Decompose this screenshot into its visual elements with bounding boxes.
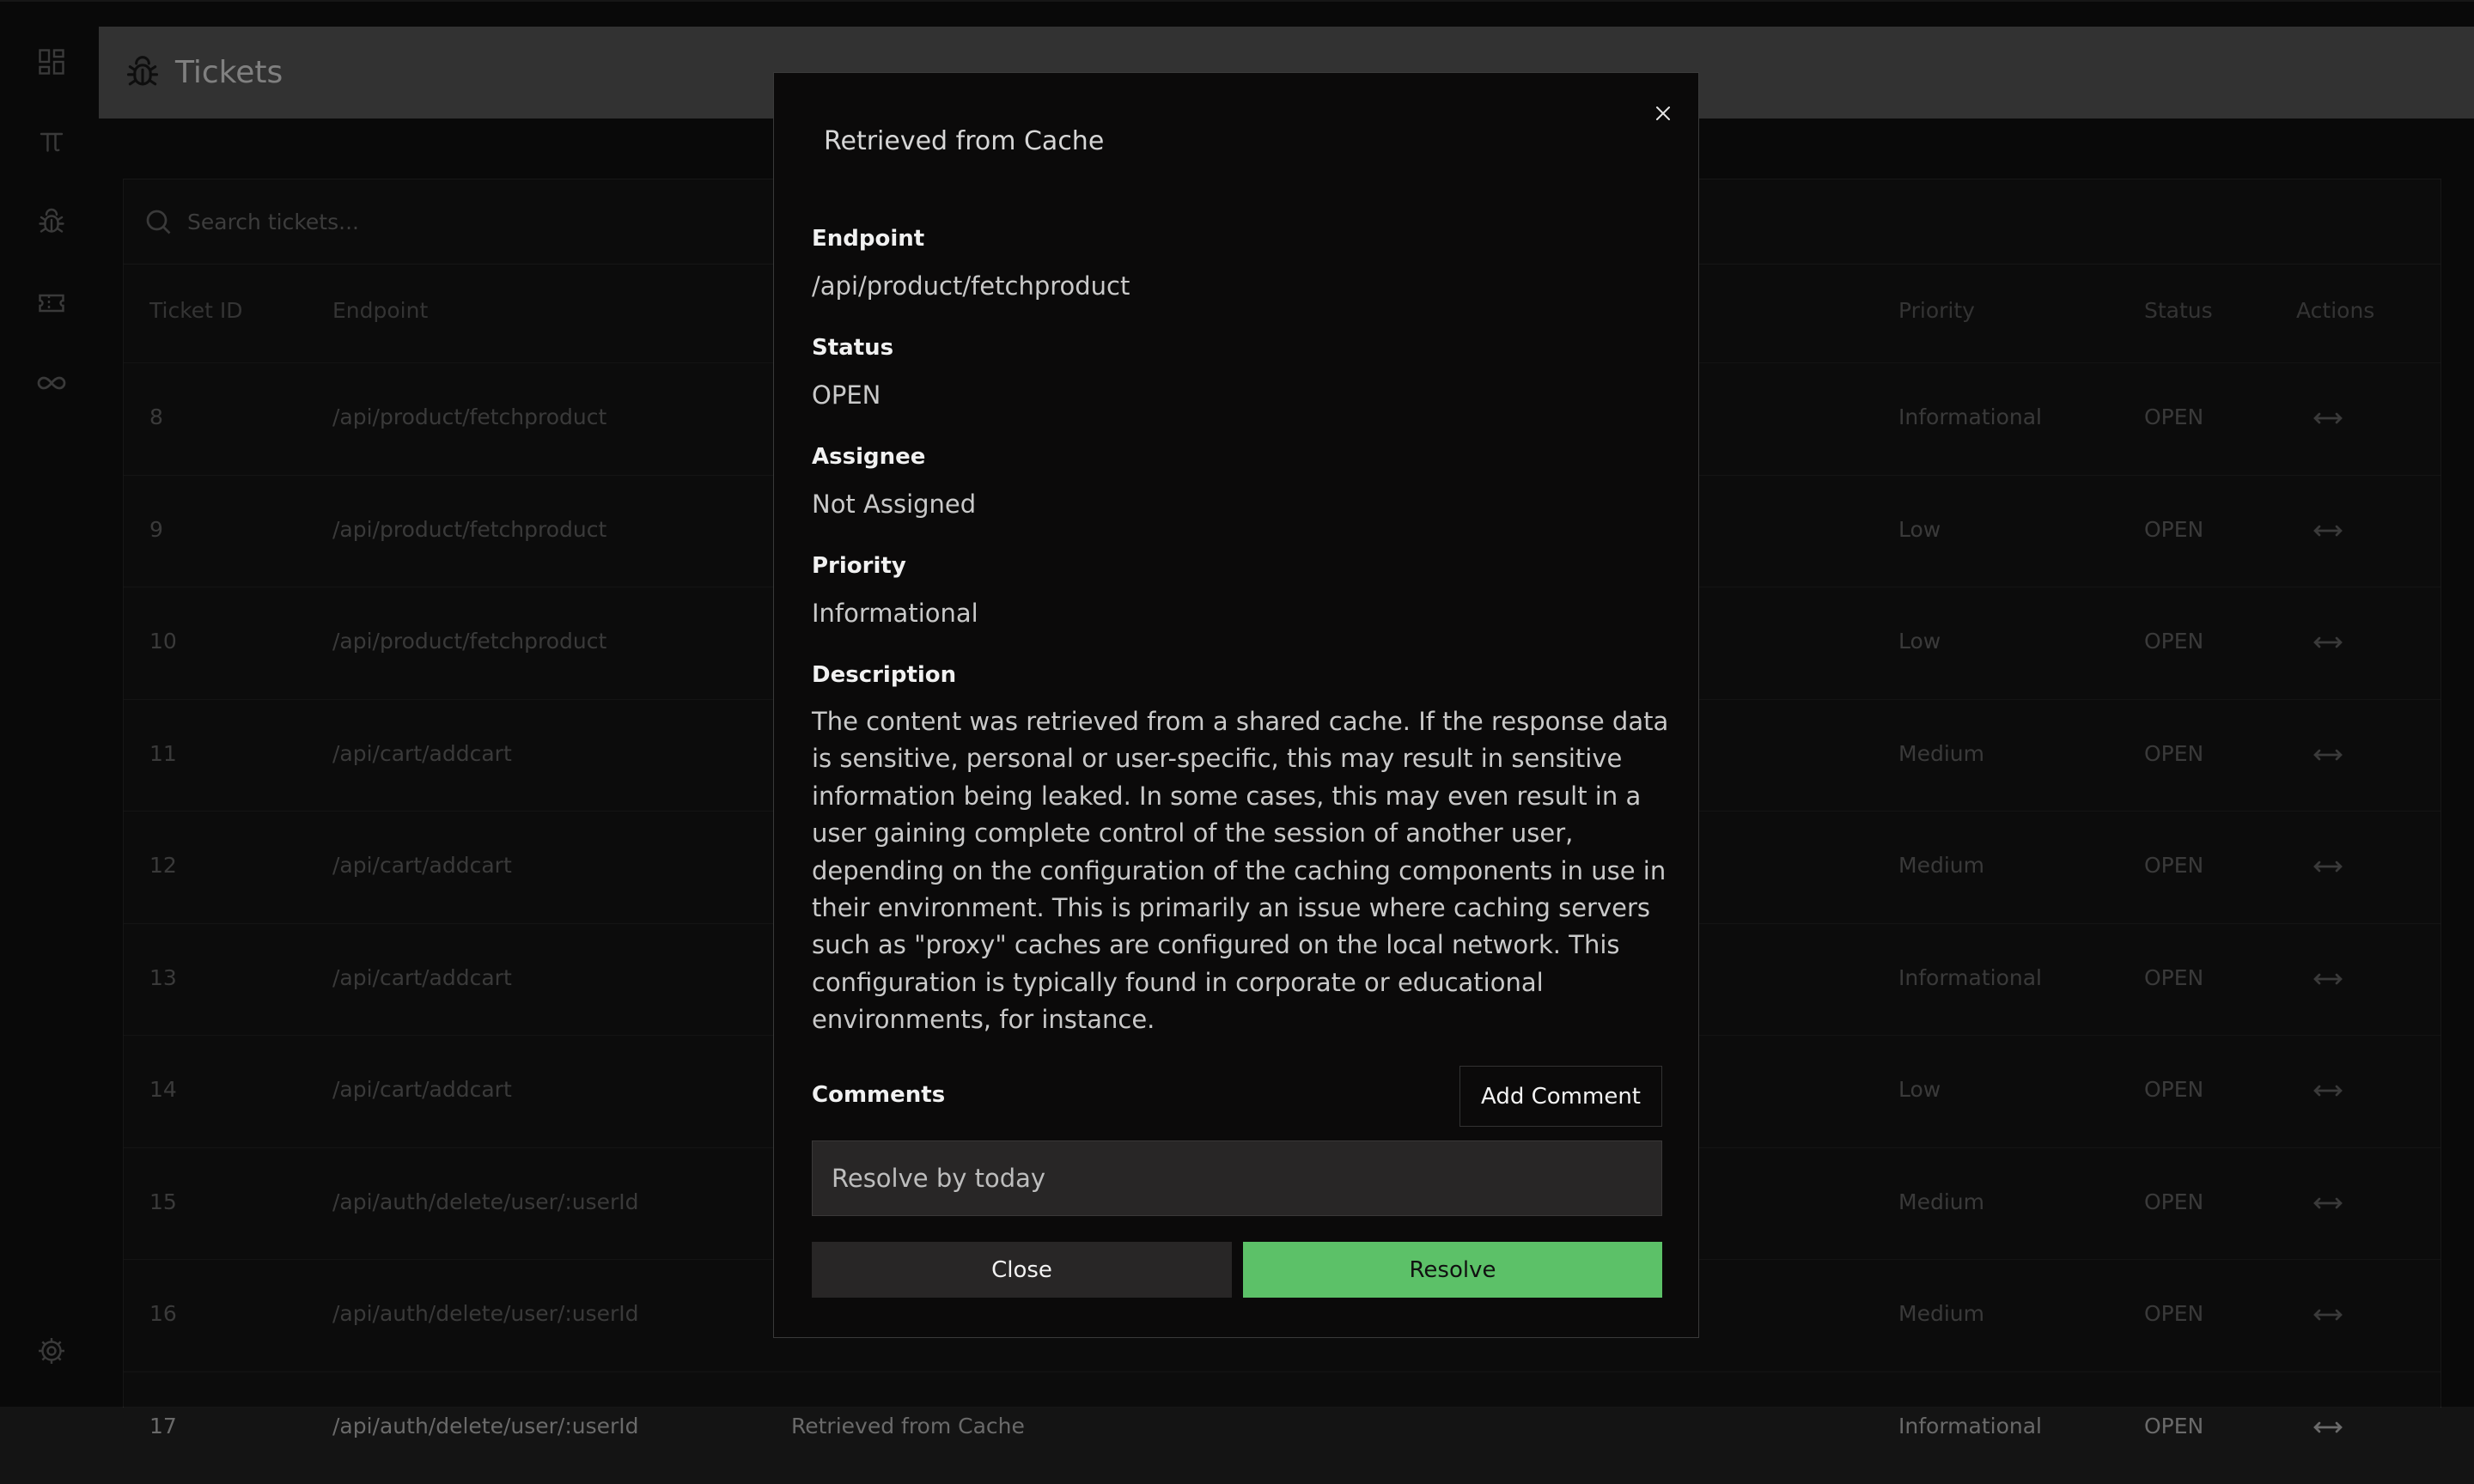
ticket-id-cell: 17	[149, 1413, 177, 1438]
comment-input[interactable]: Resolve by today	[812, 1140, 1662, 1216]
description-label: Description	[812, 662, 957, 688]
resolve-button[interactable]: Resolve	[1243, 1242, 1662, 1298]
ticket-detail-modal: Retrieved from Cache Endpoint /api/produ…	[773, 72, 1699, 1338]
endpoint-cell: /api/auth/delete/user/:userId	[332, 1413, 639, 1438]
priority-value: Informational	[812, 599, 978, 628]
endpoint-label: Endpoint	[812, 226, 925, 252]
priority-label: Priority	[812, 553, 906, 579]
assignee-label: Assignee	[812, 444, 926, 470]
description-text: The content was retrieved from a shared …	[812, 707, 1669, 1035]
comments-label: Comments	[812, 1082, 946, 1108]
status-value: OPEN	[812, 380, 881, 410]
app-root: Tickets Search tickets... Ticket ID Endp…	[0, 0, 2474, 1438]
add-comment-button[interactable]: Add Comment	[1459, 1066, 1662, 1127]
endpoint-value: /api/product/fetchproduct	[812, 271, 1130, 301]
ticket-title-cell: Retrieved from Cache	[791, 1413, 1025, 1438]
priority-cell: Informational	[1898, 1413, 2042, 1438]
status-cell: OPEN	[2144, 1413, 2204, 1438]
modal-title: Retrieved from Cache	[824, 126, 1105, 156]
expand-arrows-icon[interactable]	[2311, 1410, 2345, 1444]
status-label: Status	[812, 335, 894, 361]
assignee-value: Not Assigned	[812, 490, 977, 519]
close-button[interactable]: Close	[812, 1242, 1232, 1298]
close-icon[interactable]	[1647, 97, 1679, 130]
